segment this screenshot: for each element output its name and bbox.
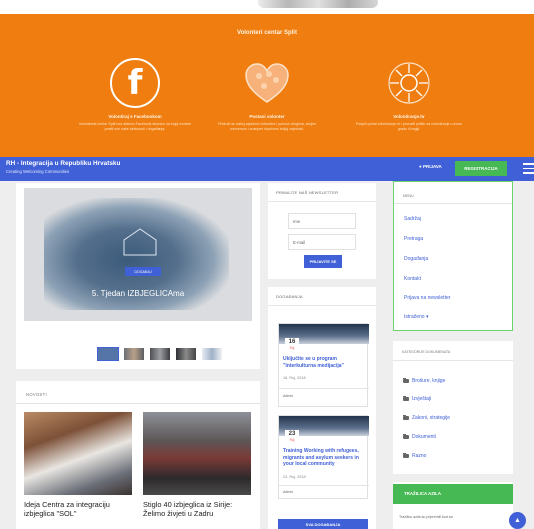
slider-thumbnail[interactable] — [124, 348, 144, 360]
event-day: 16 — [288, 339, 296, 345]
hero-column-portal[interactable]: Volontiranje.hr Posjeti portal volontira… — [344, 58, 474, 132]
folder-icon — [403, 452, 409, 459]
news-heading: NOVOSTI — [26, 392, 47, 397]
category-label: Razno — [412, 453, 427, 459]
email-input[interactable]: E-mail — [288, 234, 356, 250]
event-month: Ruj — [289, 438, 295, 442]
news-image[interactable] — [143, 412, 251, 495]
header-illustration — [258, 0, 378, 8]
house-icon — [123, 228, 157, 256]
event-title[interactable]: Uključite se u program "Interkulturna me… — [283, 356, 369, 369]
category-label: Izvještaji — [412, 396, 432, 402]
newsletter-widget: PRIMAJTE NAŠ NEWSLETTER Ime E-mail PRIJA… — [268, 183, 376, 279]
category-item[interactable]: Razno — [403, 452, 427, 459]
event-card[interactable]: 23 Ruj Training Working with refugees, m… — [278, 415, 369, 499]
divider — [16, 403, 260, 404]
divider — [393, 360, 513, 361]
event-month: Ruj — [289, 346, 295, 350]
hero-column-label: Volontiranje.hr — [393, 114, 425, 119]
hero-column-label: Volontiraj s Facebookom — [108, 114, 162, 119]
menu-heading: MENU — [403, 194, 414, 198]
all-events-button[interactable]: SVA DOGAĐANJA — [278, 519, 368, 529]
asylum-search-widget: TRAŽILICA AZILA Tražilicu azila su pripr… — [393, 482, 513, 529]
news-title[interactable]: Stiglo 40 izbjeglica iz Sirije: Želimo ž… — [143, 500, 251, 518]
event-author: Admin — [283, 394, 294, 398]
event-title[interactable]: Training Working with refugees, migrants… — [283, 448, 369, 468]
register-button[interactable]: REGISTRACIJA — [455, 161, 507, 176]
events-heading: DOGAĐANJA — [276, 294, 303, 299]
event-time: 23. Ruj, 2018 — [283, 475, 306, 479]
menu-item-kontakt[interactable]: Kontakt — [404, 276, 421, 282]
featured-slider: DOGAĐAJ 5. Tjedan IZBJEGLICAma — [16, 183, 260, 369]
top-image-strip — [0, 0, 534, 14]
sun-icon[interactable] — [384, 58, 434, 108]
event-author: Admin — [283, 490, 294, 494]
site-brand[interactable]: RH - Integracija u Republiku Hrvatsku — [6, 160, 120, 167]
document-categories-widget: KATEGORIJE DOKUMENATA Brošure, knjige Iz… — [393, 341, 513, 474]
event-day: 23 — [288, 431, 296, 437]
hero-section: Volonteri centar Split f Volontiraj s Fa… — [0, 14, 534, 157]
news-image[interactable] — [24, 412, 132, 495]
page: Volonteri centar Split f Volontiraj s Fa… — [0, 0, 534, 529]
events-widget: DOGAĐANJA 16 Ruj Uključite se u program … — [268, 287, 376, 529]
categories-heading: KATEGORIJE DOKUMENATA — [402, 350, 451, 354]
menu-item-sadrzaj[interactable]: Sadržaj — [404, 216, 421, 222]
news-section: NOVOSTI Ideja Centra za integraciju izbj… — [16, 381, 260, 529]
category-item[interactable]: Izvještaji — [403, 395, 432, 402]
hero-column-desc: Volonterski centar Split ima aktivnu Fac… — [78, 122, 192, 131]
site-tagline: Creating Welcoming Communities — [6, 169, 70, 174]
heart-icon[interactable] — [242, 58, 292, 108]
category-item[interactable]: Dokumenti — [403, 433, 436, 440]
slide-category-badge[interactable]: DOGAĐAJ — [125, 267, 161, 276]
hero-column-desc: Posjeti portal volontiranje.hr i pronađi… — [355, 122, 463, 131]
menu-widget: MENU Sadržaj Pretraga Događanja Kontakt … — [393, 181, 513, 331]
hero-column-volunteer[interactable]: Postani volonter Pridruži se našoj zajed… — [202, 58, 332, 132]
menu-item-pretraga[interactable]: Pretraga — [404, 236, 423, 242]
event-date-badge: 23 Ruj — [285, 430, 299, 444]
hero-column-facebook[interactable]: f Volontiraj s Facebookom Volonterski ce… — [70, 58, 200, 132]
slide-image[interactable] — [24, 188, 252, 321]
divider — [279, 388, 369, 389]
event-time: 16. Ruj, 2018 — [283, 376, 306, 380]
menu-item-dogadanja[interactable]: Događanja — [404, 256, 428, 262]
name-input[interactable]: Ime — [288, 213, 356, 229]
divider — [268, 305, 376, 306]
folder-icon — [403, 433, 409, 440]
divider — [268, 201, 376, 202]
slider-thumbnail[interactable] — [150, 348, 170, 360]
folder-icon — [403, 377, 409, 384]
hero-column-desc: Pridruži se našoj zajednici volontera i … — [218, 122, 316, 131]
menu-item-istrazeno[interactable]: Istraženo ▾ — [404, 314, 428, 320]
scroll-top-button[interactable]: ▲ — [509, 512, 526, 529]
slider-thumbnail[interactable] — [202, 348, 222, 360]
event-card[interactable]: 16 Ruj Uključite se u program "Interkult… — [278, 323, 369, 407]
hero-column-label: Postani volonter — [249, 114, 285, 119]
search-widget-heading: TRAŽILICA AZILA — [393, 484, 513, 504]
menu-item-newsletter[interactable]: Prijava na newsletter — [404, 295, 450, 301]
divider — [279, 485, 369, 486]
divider — [394, 203, 512, 204]
category-label: Zakoni, strategije — [412, 415, 451, 421]
slider-thumbnail[interactable] — [176, 348, 196, 360]
slider-thumbnail[interactable] — [97, 347, 119, 361]
category-item[interactable]: Brošure, knjige — [403, 377, 446, 384]
hero-title: Volonteri centar Split — [237, 30, 297, 36]
search-widget-text: Tražilicu azila su pripremili kod sa — [399, 515, 453, 519]
top-navbar: RH - Integracija u Republiku Hrvatsku Cr… — [0, 157, 534, 181]
slider-thumbnails — [97, 347, 222, 361]
folder-icon — [403, 414, 409, 421]
hamburger-menu-icon[interactable] — [523, 163, 534, 175]
category-item[interactable]: Zakoni, strategije — [403, 414, 451, 421]
news-title[interactable]: Ideja Centra za integraciju izbjeglica "… — [24, 500, 132, 518]
subscribe-button[interactable]: PRIJAVITE SE — [304, 255, 342, 268]
login-link[interactable]: ● PRIJAVA — [419, 164, 442, 169]
newsletter-heading: PRIMAJTE NAŠ NEWSLETTER — [276, 190, 339, 195]
category-label: Dokumenti — [412, 434, 436, 440]
event-date-badge: 16 Ruj — [285, 338, 299, 352]
slide-caption[interactable]: 5. Tjedan IZBJEGLICAma — [24, 289, 252, 298]
folder-icon — [403, 395, 409, 402]
facebook-icon[interactable]: f — [110, 58, 160, 108]
category-label: Brošure, knjige — [412, 378, 446, 384]
